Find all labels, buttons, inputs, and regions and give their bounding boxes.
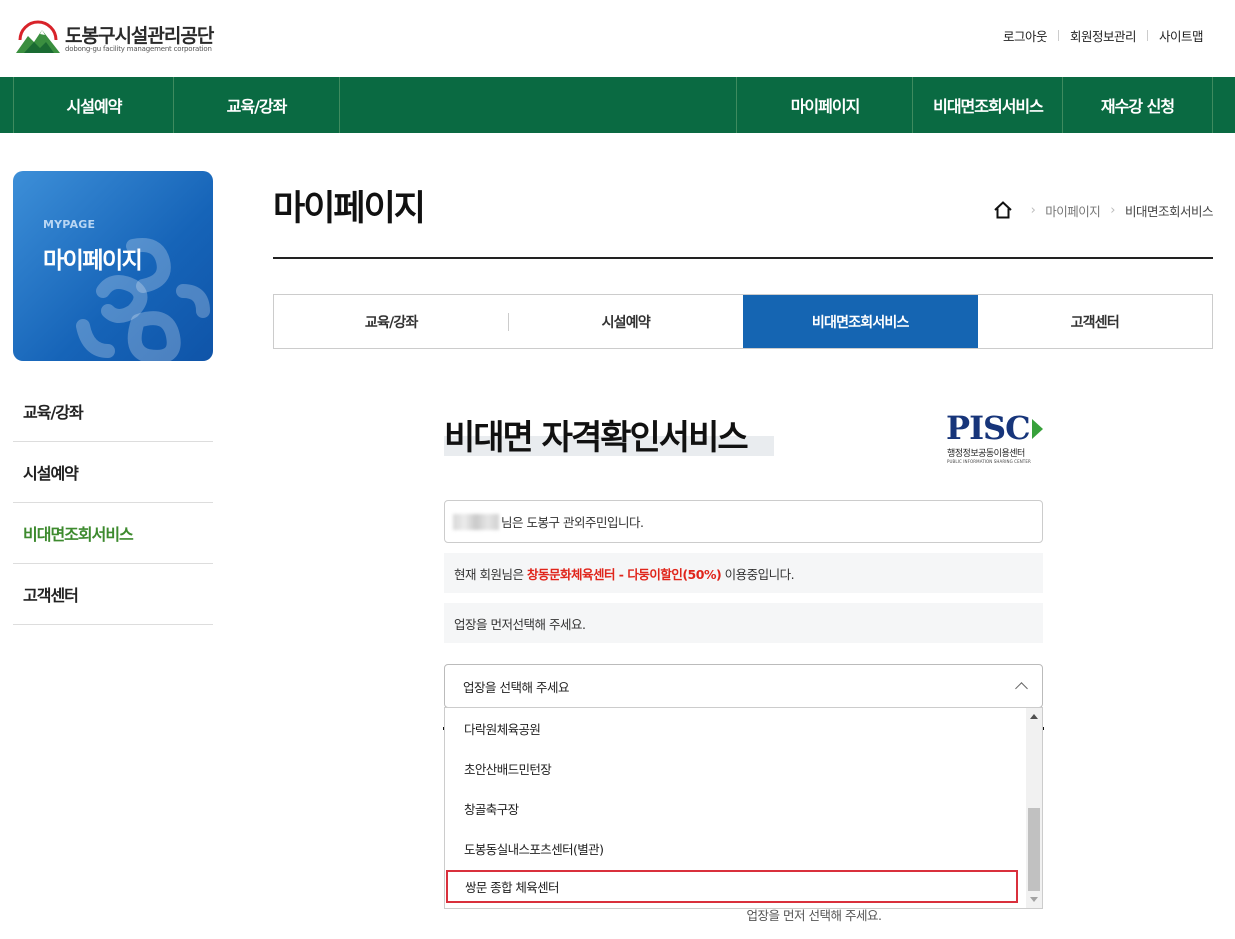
- facility-dropdown-list: 다락원체육공원 초안산배드민턴장 창골축구장 도봉동실내스포츠센터(별관) 쌍문…: [444, 707, 1043, 909]
- dropdown-scrollbar[interactable]: [1026, 708, 1042, 908]
- gnb-item-re-enroll[interactable]: 재수강 신청: [1062, 77, 1213, 133]
- breadcrumb: › 마이페이지 › 비대면조회서비스: [993, 200, 1214, 220]
- member-status-suffix: 이용중입니다.: [721, 566, 795, 582]
- select-first-notice: 업장을 먼저선택해 주세요.: [444, 603, 1043, 643]
- divider: [1146, 30, 1148, 41]
- scroll-down-icon[interactable]: [1030, 897, 1038, 902]
- scrollbar-thumb[interactable]: [1028, 808, 1040, 891]
- sidebar-item-noncontact[interactable]: 비대면조회서비스: [13, 503, 213, 564]
- divider: [1057, 30, 1059, 41]
- chevron-right-icon: ›: [1030, 202, 1036, 218]
- chevron-right-icon: ›: [1110, 202, 1115, 218]
- logo-title: 도봉구시설관리공단: [65, 25, 214, 47]
- member-discount-highlight: 창동문화체육센터 - 다둥이할인(50%): [526, 566, 722, 582]
- dropdown-option[interactable]: 다락원체육공원: [445, 708, 1026, 748]
- masked-user-name: [453, 513, 499, 530]
- tab-education[interactable]: 교육/강좌: [274, 295, 509, 348]
- select-first-text: 업장을 먼저선택해 주세요.: [454, 616, 586, 632]
- logout-link[interactable]: 로그아웃: [1003, 26, 1048, 45]
- pisc-eng-name: PUBLIC INFORMATION SHARING CENTER: [947, 459, 1031, 464]
- mountain-logo-icon: [16, 20, 60, 53]
- resident-status-box: 님은 도봉구 관외주민입니다.: [444, 500, 1043, 543]
- page-title: 마이페이지: [273, 189, 426, 229]
- site-logo[interactable]: 도봉구시설관리공단 dobong-gu facility management …: [14, 20, 214, 56]
- dropdown-option-highlighted[interactable]: 쌍문 종합 체육센터: [446, 870, 1018, 903]
- sitemap-link[interactable]: 사이트맵: [1159, 26, 1204, 45]
- card-title: 마이페이지: [43, 248, 143, 274]
- sidebar-item-facility[interactable]: 시설예약: [13, 442, 213, 503]
- scroll-up-icon[interactable]: [1030, 714, 1038, 719]
- logo-subtitle: dobong-gu facility management corporatio…: [65, 45, 212, 53]
- sidebar-menu: 교육/강좌 시설예약 비대면조회서비스 고객센터: [13, 381, 213, 625]
- breadcrumb-item-current: 비대면조회서비스: [1124, 203, 1214, 219]
- dropdown-option[interactable]: 도봉동실내스포츠센터(별관): [445, 828, 1026, 868]
- gnb-item-mypage[interactable]: 마이페이지: [736, 77, 913, 133]
- play-triangle-icon: [1032, 419, 1043, 439]
- tab-customer-center[interactable]: 고객센터: [978, 295, 1213, 348]
- pisc-logo-text: PISC: [946, 409, 1031, 447]
- breadcrumb-item-mypage[interactable]: 마이페이지: [1045, 201, 1101, 220]
- facility-select-value: 업장을 선택해 주세요: [463, 679, 569, 695]
- facility-select[interactable]: 업장을 선택해 주세요: [444, 664, 1043, 708]
- tab-noncontact[interactable]: 비대면조회서비스: [743, 295, 978, 348]
- dropdown-option[interactable]: 초안산배드민턴장: [445, 748, 1026, 788]
- member-info-link[interactable]: 회원정보관리: [1070, 26, 1137, 45]
- member-status-prefix: 현재 회원님은: [454, 566, 527, 582]
- utility-links: 로그아웃 회원정보관리 사이트맵: [1003, 26, 1204, 45]
- service-title: 비대면 자격확인서비스: [444, 418, 749, 458]
- main-navigation: 시설예약 교육/강좌 마이페이지 비대면조회서비스 재수강 신청: [0, 77, 1235, 133]
- dropdown-option[interactable]: 창골축구장: [445, 788, 1026, 828]
- pisc-logo: PISC 행정정보공동이용센터 PUBLIC INFORMATION SHARI…: [946, 412, 1044, 466]
- resident-status-text: 님은 도봉구 관외주민입니다.: [501, 515, 644, 530]
- site-header: 도봉구시설관리공단 dobong-gu facility management …: [0, 0, 1235, 77]
- title-divider: [273, 257, 1213, 259]
- gnb-item-facility[interactable]: 시설예약: [13, 77, 174, 133]
- member-discount-box: 현재 회원님은 창동문화체육센터 - 다둥이할인(50%) 이용중입니다.: [444, 553, 1043, 593]
- chevron-up-icon: [1015, 682, 1028, 695]
- tab-facility[interactable]: 시설예약: [509, 295, 744, 348]
- gnb-item-noncontact[interactable]: 비대면조회서비스: [912, 77, 1063, 133]
- home-icon[interactable]: [993, 200, 1013, 220]
- mypage-tabs: 교육/강좌 시설예약 비대면조회서비스 고객센터: [273, 294, 1213, 349]
- pisc-kor-name: 행정정보공동이용센터: [947, 449, 1025, 459]
- sidebar-item-education[interactable]: 교육/강좌: [13, 381, 213, 442]
- gnb-item-education[interactable]: 교육/강좌: [173, 77, 340, 133]
- sidebar-item-customer-center[interactable]: 고객센터: [13, 564, 213, 625]
- card-eng-label: MYPAGE: [43, 218, 96, 231]
- mypage-card: MYPAGE 마이페이지: [13, 171, 213, 361]
